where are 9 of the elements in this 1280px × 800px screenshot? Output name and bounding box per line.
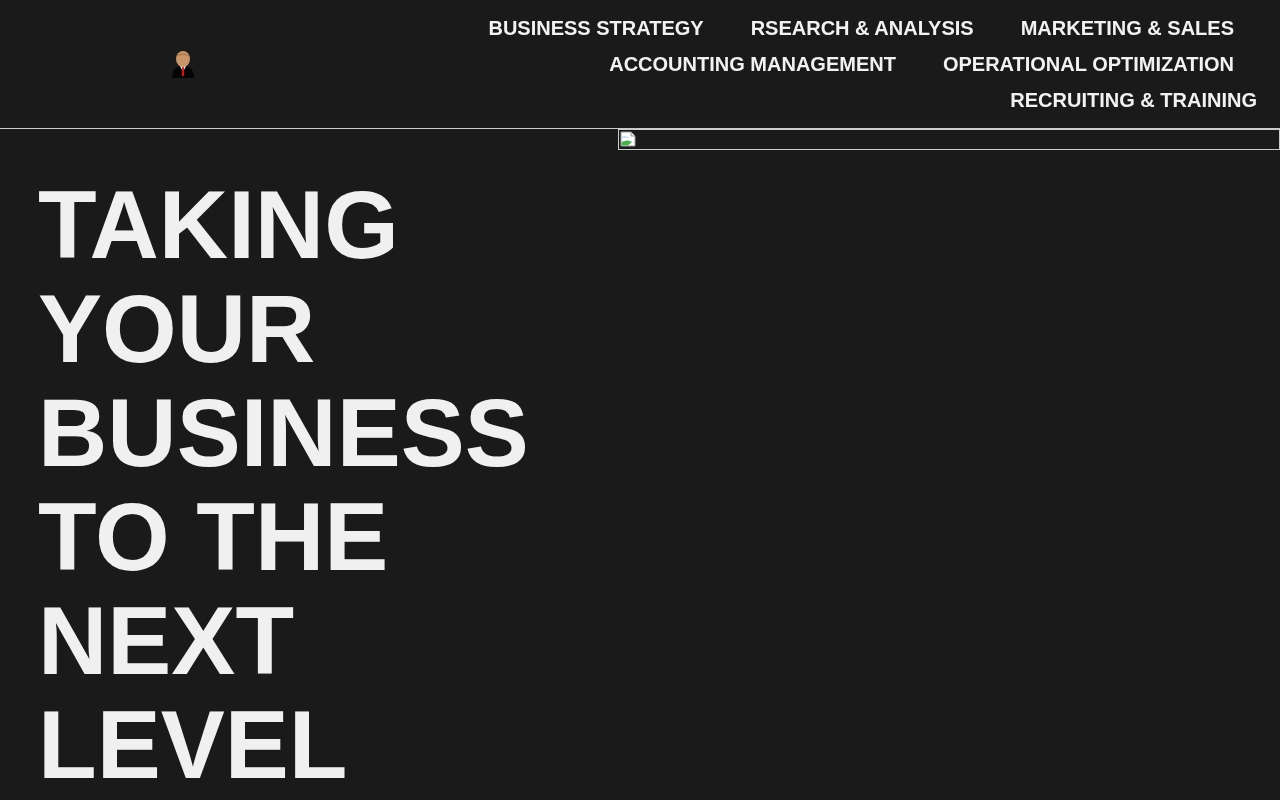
nav-link[interactable]: RECRUITING & TRAINING	[1010, 82, 1257, 118]
nav-link[interactable]: MARKETING & SALES	[1020, 10, 1234, 46]
person-avatar-icon[interactable]	[171, 50, 195, 78]
nav-link[interactable]: OPERATIONAL OPTIMIZATION	[942, 46, 1234, 82]
hero-heading: TAKING YOUR BUSINESS TO THE NEXT LEVEL	[38, 173, 530, 797]
broken-image-icon	[620, 131, 636, 147]
nav-link[interactable]: BUSINESS STRATEGY	[488, 10, 704, 46]
nav-link[interactable]: RSEARCH & ANALYSIS	[750, 10, 974, 46]
nav-link[interactable]: ACCOUNTING MANAGEMENT	[609, 46, 896, 82]
